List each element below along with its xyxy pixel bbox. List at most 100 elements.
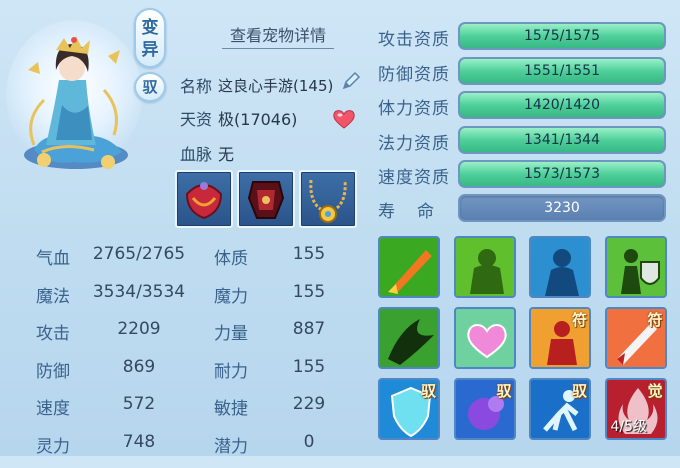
attribute-label: 力量 — [214, 324, 248, 344]
lifespan-row: 寿命 3230 — [378, 194, 670, 222]
bloodline-row: 血脉 无 — [180, 141, 234, 165]
quality-value: 1551/1551 — [524, 62, 600, 79]
stat-label: 气血 — [36, 249, 70, 269]
skill-tag: 驭 — [420, 382, 436, 400]
aptitude-row: 天资 极(17046) — [180, 106, 297, 130]
stat-row: 气血 2765/2765 体质 155 — [36, 244, 336, 280]
stat-value: 3534/3534 — [92, 281, 186, 302]
stat-label: 防御 — [36, 361, 70, 382]
attribute-value: 155 — [292, 356, 326, 377]
attribute-value: 155 — [292, 281, 326, 302]
attribute-value: 229 — [292, 394, 326, 414]
skill-tag: 符 — [571, 311, 587, 329]
lifespan-label: 寿命 — [378, 202, 456, 222]
pet-figure-icon — [24, 36, 128, 169]
stat-row: 速度 572 敏捷 229 — [36, 394, 336, 430]
quality-label: 体力资质 — [378, 99, 450, 119]
stat-row: 灵力 748 潜力 0 — [36, 432, 336, 468]
stat-label: 攻击 — [36, 324, 70, 344]
aptitude-value: 极(17046) — [218, 110, 298, 129]
quality-bar: 1341/1344 — [458, 125, 666, 154]
skill-level: 4/5级 — [610, 419, 648, 435]
skill-slot[interactable] — [453, 236, 516, 298]
lifespan-value: 3230 — [544, 200, 580, 216]
skill-slot[interactable] — [604, 236, 667, 298]
equipment-slot-armor[interactable] — [237, 170, 295, 228]
attribute-value: 0 — [303, 431, 315, 452]
equipment-slot-collar[interactable] — [175, 170, 233, 228]
aptitude-label: 天资 — [180, 110, 213, 129]
stat-label: 魔法 — [36, 286, 70, 307]
attribute-label: 潜力 — [214, 436, 248, 457]
skill-slot[interactable]: 驭 — [378, 378, 440, 440]
attribute-label: 魔力 — [214, 286, 248, 307]
gold-necklace-icon — [309, 179, 347, 223]
stat-value: 748 — [122, 431, 156, 452]
bloodline-label: 血脉 — [180, 145, 213, 164]
skill-slot[interactable] — [453, 307, 516, 369]
skill-slot[interactable] — [378, 236, 440, 298]
bloodline-value: 无 — [218, 145, 235, 164]
stat-label: 灵力 — [36, 436, 70, 457]
tamed-badge: 驭 — [134, 72, 166, 102]
skill-slot[interactable] — [529, 236, 591, 298]
quality-row: 体力资质 1420/1420 — [378, 91, 670, 119]
attribute-label: 敏捷 — [214, 399, 248, 419]
heart-icon — [455, 309, 514, 367]
skill-slot[interactable]: 符 — [604, 307, 667, 369]
quality-label: 防御资质 — [378, 64, 450, 85]
quality-value: 1575/1575 — [524, 28, 600, 44]
skill-slot[interactable]: 驭 — [529, 378, 591, 440]
quality-value: 1573/1573 — [524, 166, 600, 182]
quality-label: 攻击资质 — [378, 30, 450, 50]
quality-label: 速度资质 — [378, 168, 450, 188]
view-pet-details-button[interactable]: 查看宠物详情 — [222, 22, 334, 49]
edit-name-icon[interactable] — [340, 70, 362, 92]
quality-row: 速度资质 1573/1573 — [378, 160, 670, 188]
stone-body-icon — [455, 238, 514, 296]
dark-claw-icon — [380, 309, 438, 367]
warrior-shield-icon — [606, 238, 665, 296]
quality-bar: 1575/1575 — [458, 22, 666, 50]
stat-value: 572 — [122, 394, 156, 414]
quality-bar: 1420/1420 — [458, 91, 666, 119]
skill-slot[interactable]: 驭 — [453, 378, 516, 440]
attribute-label: 耐力 — [214, 361, 248, 382]
stat-row: 防御 869 耐力 155 — [36, 357, 336, 393]
heart-icon[interactable] — [332, 108, 356, 130]
stat-value: 869 — [122, 356, 156, 377]
name-label: 名称 — [180, 77, 213, 96]
quality-value: 1420/1420 — [524, 97, 600, 113]
stat-value: 2765/2765 — [92, 244, 186, 264]
skill-tag: 符 — [647, 311, 663, 329]
attribute-value: 887 — [292, 319, 326, 339]
pet-name-row: 名称 这良心手游(145) — [180, 73, 348, 97]
lifespan-bar: 3230 — [458, 194, 666, 222]
shadow-figure-icon — [531, 238, 589, 296]
quality-row: 防御资质 1551/1551 — [378, 56, 670, 85]
flaming-sword-icon — [380, 238, 438, 296]
skill-tag: 驭 — [571, 382, 587, 400]
skill-tag: 觉 — [647, 382, 663, 400]
mutation-badge: 变异 — [134, 8, 166, 68]
equipment-slot-necklace[interactable] — [299, 170, 357, 228]
skill-slot[interactable] — [378, 307, 440, 369]
skill-slot[interactable]: 觉 4/5级 — [604, 378, 667, 440]
pet-portrait — [4, 10, 144, 185]
quality-bar: 1573/1573 — [458, 160, 666, 188]
pet-name-value: 这良心手游(145) — [218, 76, 334, 95]
red-collar-icon — [185, 182, 223, 220]
quality-label: 法力资质 — [378, 133, 450, 154]
skill-slot[interactable]: 符 — [529, 307, 591, 369]
quality-row: 攻击资质 1575/1575 — [378, 22, 670, 50]
attribute-label: 体质 — [214, 249, 248, 269]
stat-row: 攻击 2209 力量 887 — [36, 319, 336, 355]
stat-label: 速度 — [36, 399, 70, 419]
stat-value: 2209 — [117, 319, 161, 339]
quality-bar: 1551/1551 — [458, 56, 666, 85]
attribute-value: 155 — [292, 244, 326, 264]
stat-row: 魔法 3534/3534 魔力 155 — [36, 282, 336, 318]
skill-tag: 驭 — [496, 382, 512, 400]
quality-value: 1341/1344 — [524, 131, 600, 148]
dark-armor-icon — [247, 181, 285, 219]
